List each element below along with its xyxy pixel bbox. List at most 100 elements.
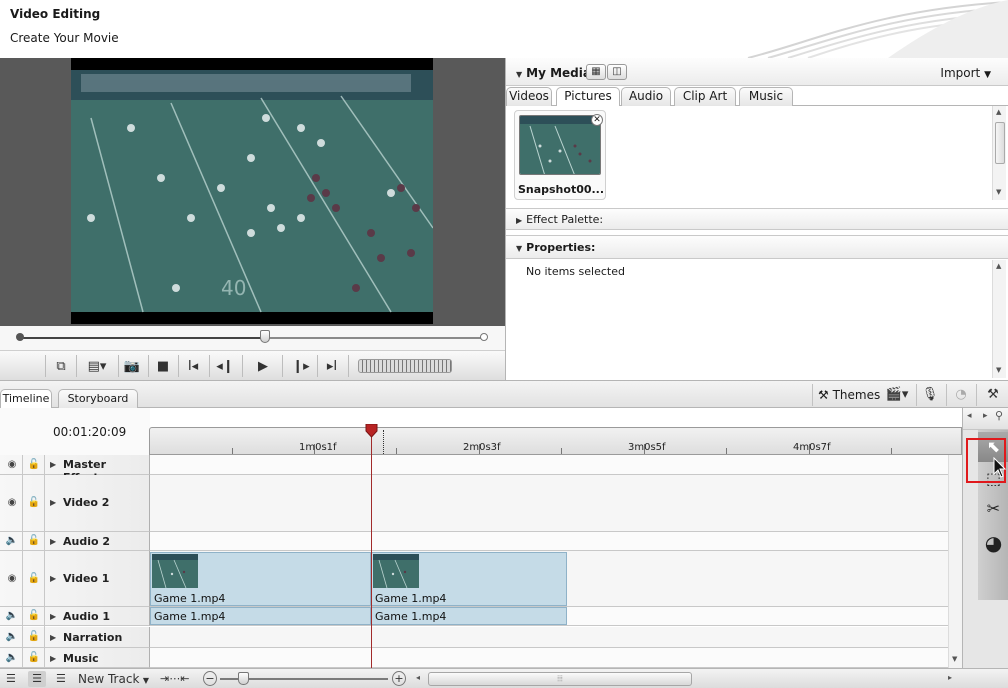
tab-clip-art[interactable]: Clip Art — [674, 87, 736, 106]
expand-track-icon[interactable]: ▶ — [50, 537, 56, 546]
scrollbar-thumb[interactable]: ⦙⦙⦙ — [428, 672, 692, 686]
expand-track-icon[interactable]: ▶ — [50, 633, 56, 642]
preview-scrubber[interactable] — [0, 326, 505, 350]
previous-frame-icon[interactable]: ◂❙ — [214, 354, 236, 378]
lock-icon[interactable]: 🔓 — [27, 496, 41, 510]
speaker-icon[interactable]: 🔈 — [5, 630, 19, 644]
tab-music[interactable]: Music — [739, 87, 793, 106]
properties-title: Properties: — [526, 241, 596, 254]
themes-label: Themes — [832, 388, 881, 402]
remove-item-icon[interactable]: ✕ — [591, 114, 603, 126]
next-frame-icon[interactable]: ❙▸ — [290, 354, 312, 378]
zoom-in-icon[interactable]: + — [392, 671, 406, 686]
properties-scrollbar[interactable]: ▲ ▼ — [992, 260, 1006, 378]
nudge-right-icon[interactable]: ▸ — [983, 411, 988, 421]
lock-icon[interactable]: 🔓 — [27, 651, 41, 665]
time-ruler[interactable]: 1m0s1f 2m0s3f 3m0s5f 4m0s7f — [149, 427, 962, 455]
football-field-image: 40 — [71, 58, 433, 324]
audio-clip[interactable]: Game 1.mp4 — [150, 607, 371, 625]
mark-in-icon[interactable]: I◂ — [182, 354, 204, 378]
scroll-down-icon[interactable]: ▼ — [952, 655, 957, 663]
audio-clip[interactable]: Game 1.mp4 — [371, 607, 567, 625]
track-lane-video-2[interactable] — [150, 475, 962, 532]
mark-out-icon[interactable]: ▸I — [321, 354, 343, 378]
microphone-icon[interactable]: 🎙 — [920, 385, 940, 405]
import-button[interactable]: Import ▼ — [940, 66, 991, 80]
tab-storyboard[interactable]: Storyboard — [58, 389, 138, 409]
visibility-icon[interactable]: ◉ — [5, 572, 19, 586]
normal-view-icon[interactable]: ☰ — [28, 671, 46, 687]
scroll-down-icon[interactable]: ▼ — [996, 188, 1001, 196]
expanded-view-icon[interactable]: ☰ — [56, 671, 70, 687]
media-item[interactable]: ✕ Snapshot00... — [514, 110, 606, 200]
scroll-down-icon[interactable]: ▼ — [996, 366, 1001, 374]
play-icon[interactable]: ▶ — [252, 354, 274, 378]
scroll-up-icon[interactable]: ▲ — [996, 108, 1001, 116]
media-scrollbar[interactable]: ▲ ▼ — [992, 106, 1006, 200]
speaker-icon[interactable]: 🔈 — [5, 534, 19, 548]
lock-icon[interactable]: 🔓 — [27, 630, 41, 644]
razor-tool-icon[interactable]: ✂ — [978, 494, 1008, 524]
track-lane-video-1[interactable]: Game 1.mp4 Game 1.mp4 — [150, 551, 962, 607]
large-view-icon[interactable]: ◫ — [607, 64, 627, 80]
scroll-left-icon[interactable]: ◂ — [416, 673, 420, 682]
nudge-left-icon[interactable]: ◂ — [967, 411, 972, 421]
marker-pin-icon[interactable]: ⚲ — [995, 409, 1003, 422]
timer-icon[interactable]: ◔ — [950, 385, 972, 405]
lock-icon[interactable]: 🔓 — [27, 458, 41, 472]
timeline-scrollbar[interactable]: ▼ — [948, 455, 962, 668]
track-lane-master-effects[interactable] — [150, 455, 962, 475]
compact-view-icon[interactable]: ☰ — [6, 671, 18, 687]
toggle-view-icon[interactable]: ⧉ — [50, 354, 72, 378]
new-track-button[interactable]: New Track ▼ — [78, 671, 149, 687]
properties-header[interactable]: ▼ Properties: — [506, 235, 1008, 259]
video-preview-frame[interactable]: 40 — [71, 58, 433, 324]
timeline-horizontal-scrollbar[interactable]: ◂ ⦙⦙⦙ ▸ — [414, 672, 958, 686]
scroll-right-icon[interactable]: ▸ — [948, 673, 952, 682]
scrub-handle[interactable] — [260, 330, 270, 343]
stop-icon[interactable]: ■ — [152, 354, 174, 378]
playhead-handle-icon[interactable] — [365, 424, 378, 438]
track-lane-audio-1[interactable]: Game 1.mp4 Game 1.mp4 — [150, 607, 962, 626]
tab-audio[interactable]: Audio — [621, 87, 671, 106]
effect-palette-header[interactable]: ▶ Effect Palette: — [506, 208, 1008, 230]
layout-menu-icon[interactable]: ▤▾ — [80, 354, 114, 378]
tools-hammer-icon[interactable]: ⚒ — [982, 385, 1004, 405]
zoom-slider-handle[interactable] — [238, 672, 249, 685]
speaker-icon[interactable]: 🔈 — [5, 651, 19, 665]
grid-view-icon[interactable]: ▦ — [586, 64, 606, 80]
expand-track-icon[interactable]: ▶ — [50, 574, 56, 583]
expand-track-icon[interactable]: ▶ — [50, 460, 56, 469]
track-lane-audio-2[interactable] — [150, 532, 962, 551]
expand-track-icon[interactable]: ▶ — [50, 612, 56, 621]
visibility-icon[interactable]: ◉ — [5, 496, 19, 510]
clip-label: Game 1.mp4 — [375, 610, 447, 623]
clapper-menu-icon[interactable]: 🎬▾ — [882, 385, 912, 405]
visibility-icon[interactable]: ◉ — [5, 458, 19, 472]
tab-videos[interactable]: Videos — [506, 87, 552, 106]
speaker-icon[interactable]: 🔈 — [5, 609, 19, 623]
lock-icon[interactable]: 🔓 — [27, 572, 41, 586]
track-lane-music[interactable] — [150, 648, 962, 668]
scrollbar-thumb[interactable] — [995, 122, 1005, 164]
import-label: Import — [940, 66, 981, 80]
scroll-up-icon[interactable]: ▲ — [996, 262, 1001, 270]
tab-pictures[interactable]: Pictures — [556, 87, 620, 107]
playhead-line[interactable] — [371, 433, 372, 668]
track-lane-narration[interactable] — [150, 627, 962, 648]
fit-timeline-icon[interactable]: ⇥⋯⇤ — [160, 671, 198, 687]
lock-icon[interactable]: 🔓 — [27, 534, 41, 548]
expand-track-icon[interactable]: ▶ — [50, 498, 56, 507]
themes-button[interactable]: ⚒ Themes — [818, 385, 880, 405]
lock-icon[interactable]: 🔓 — [27, 609, 41, 623]
zoom-out-icon[interactable]: − — [203, 671, 217, 686]
ruler-tick — [891, 448, 892, 454]
video-clip[interactable]: Game 1.mp4 — [371, 552, 567, 606]
tab-timeline[interactable]: Timeline — [0, 389, 52, 410]
jog-shuttle-control[interactable] — [358, 359, 452, 373]
speed-tool-icon[interactable]: ◕ — [978, 528, 1008, 558]
snapshot-icon[interactable]: 📷 — [121, 354, 143, 378]
my-media-toggle[interactable]: ▼ My Media — [516, 66, 591, 80]
expand-track-icon[interactable]: ▶ — [50, 654, 56, 663]
video-clip[interactable]: Game 1.mp4 — [150, 552, 371, 606]
